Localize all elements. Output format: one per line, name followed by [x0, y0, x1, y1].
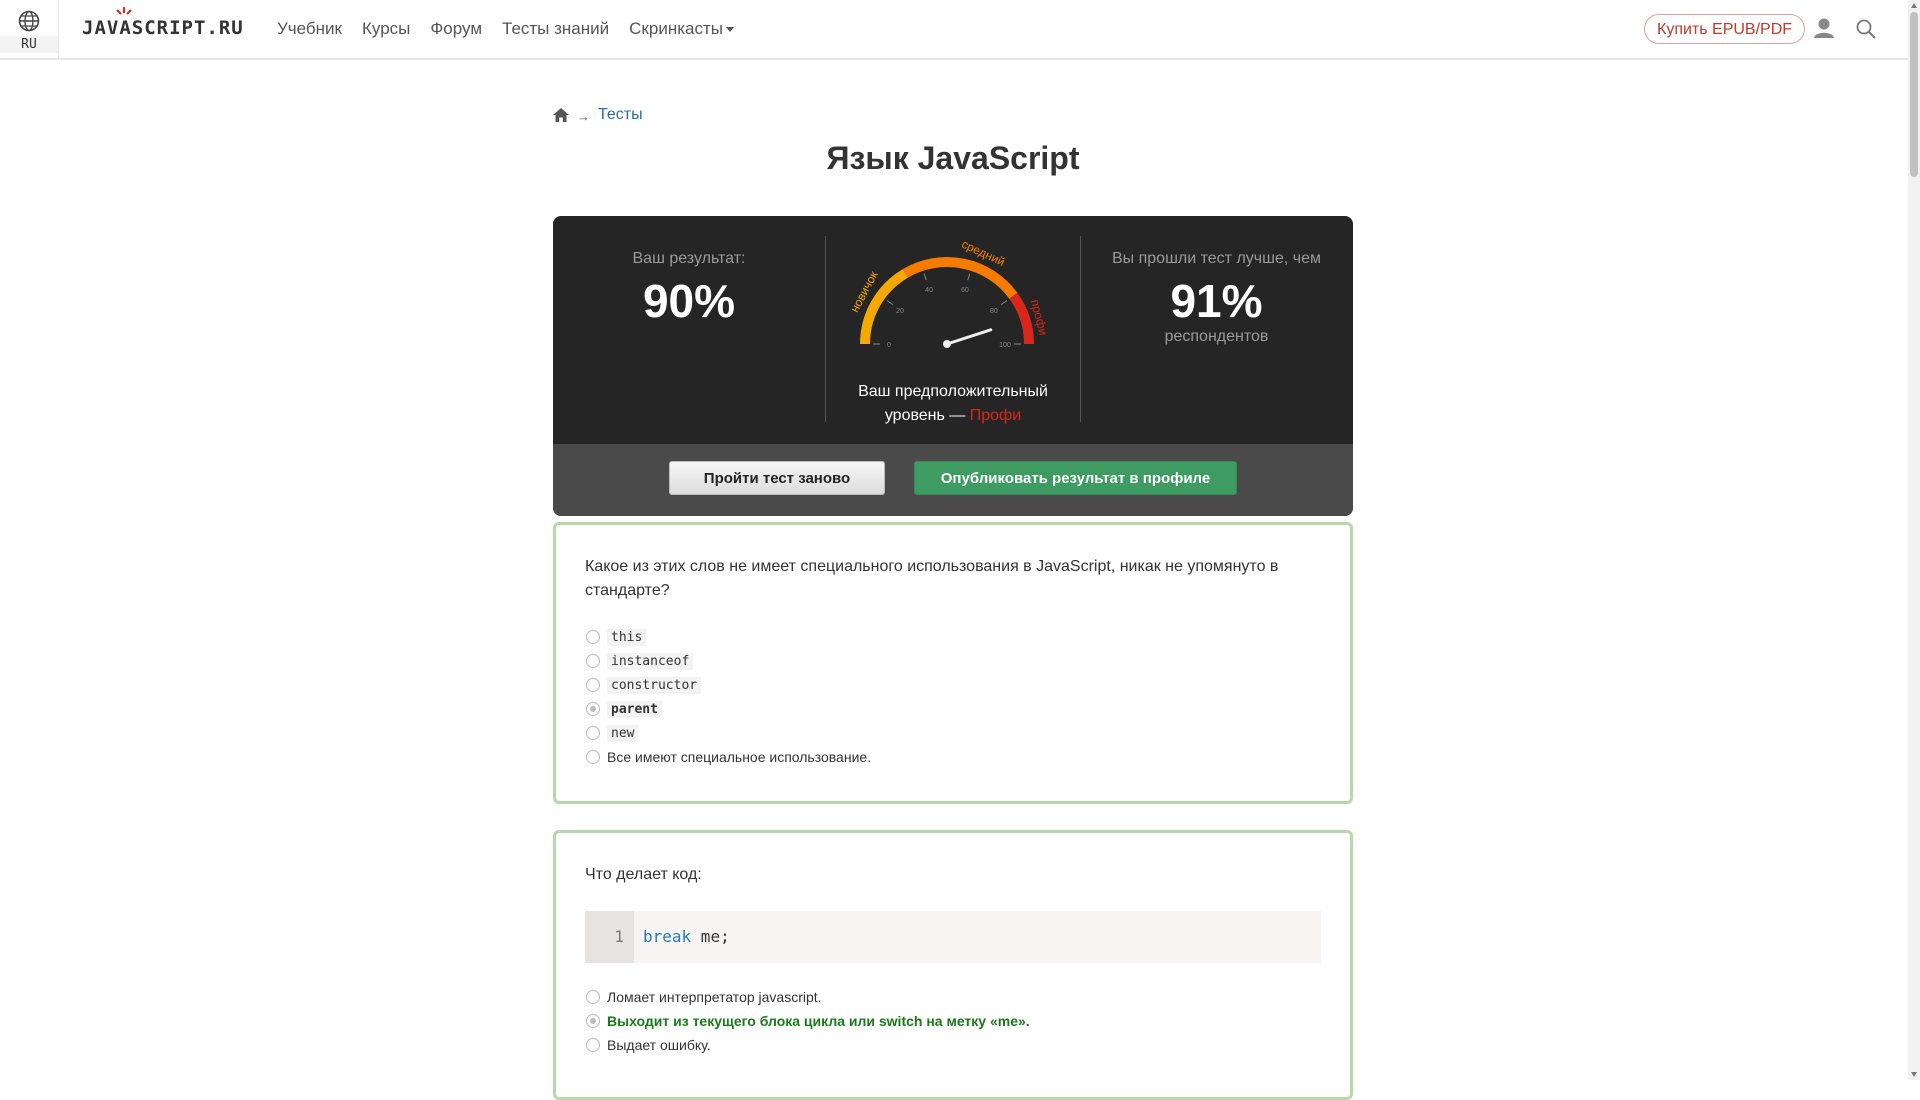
top-bar: RU JAVASCRIPT.RU Учебник Курсы Форум Тес… — [0, 0, 1908, 60]
radio-button[interactable] — [586, 654, 600, 668]
gauge-tick — [1000, 300, 1008, 306]
answer-label: Ломает интерпретатор javascript. — [607, 989, 822, 1005]
answer-label: Выдает ошибку. — [607, 1037, 711, 1053]
radio-button[interactable] — [586, 678, 600, 692]
nav-knowledge-tests[interactable]: Тесты знаний — [502, 19, 609, 39]
gauge-tick-label: 20 — [896, 308, 904, 315]
radio-button-selected[interactable] — [586, 1014, 600, 1028]
retry-test-button[interactable]: Пройти тест заново — [669, 461, 885, 495]
answer-label: parent — [607, 700, 662, 718]
home-icon[interactable] — [553, 108, 569, 122]
breadcrumb: → Тесты — [553, 106, 643, 124]
answer-label: instanceof — [607, 652, 694, 670]
better-than-label: Вы прошли тест лучше, чем — [1112, 250, 1321, 267]
code-source: break me; — [643, 911, 730, 963]
gauge-needle-hub — [943, 340, 951, 348]
code-keyword: break — [643, 927, 692, 946]
scroll-down-icon[interactable] — [1911, 1072, 1917, 1077]
scroll-up-icon[interactable] — [1911, 3, 1917, 8]
your-result-value: 90% — [642, 275, 736, 327]
code-block: 1 break me; — [585, 911, 1321, 963]
answer-option[interactable]: Выходит из текущего блока цикла или swit… — [586, 1009, 1030, 1033]
level-text-line1: Ваш предположительный — [858, 383, 1048, 400]
chevron-down-icon — [725, 27, 734, 33]
breadcrumb-tests-link[interactable]: Тесты — [598, 106, 643, 124]
result-actions: Пройти тест заново Опубликовать результа… — [553, 444, 1353, 516]
answer-label: this — [607, 628, 647, 646]
radio-button[interactable] — [586, 750, 600, 764]
gauge-tick-label: 40 — [925, 287, 933, 294]
answer-options: this instanceof constructor parent new В… — [586, 625, 871, 769]
gauge-tick-label: 80 — [990, 308, 998, 315]
gauge-tick — [923, 273, 927, 281]
site-logo[interactable]: JAVASCRIPT.RU — [82, 7, 244, 39]
respondents-label: респондентов — [1164, 328, 1269, 345]
scrollbar-thumb[interactable] — [1910, 12, 1918, 177]
better-than-value: 91% — [1170, 275, 1263, 327]
globe-icon — [18, 10, 40, 32]
user-icon[interactable] — [1813, 17, 1835, 39]
main-nav: Учебник Курсы Форум Тесты знаний Скринка… — [277, 19, 734, 39]
answer-option[interactable]: Выдает ошибку. — [586, 1033, 1030, 1057]
search-icon[interactable] — [1856, 19, 1876, 39]
answer-option[interactable]: parent — [586, 697, 871, 721]
answer-label: Все имеют специальное использование. — [607, 749, 872, 765]
language-switcher[interactable]: RU — [0, 0, 59, 58]
code-rest: me; — [691, 927, 730, 946]
answer-option[interactable]: instanceof — [586, 649, 871, 673]
question-text: Что делает код: — [585, 866, 702, 883]
level-text: Ваш предположительный уровень — Профи — [826, 380, 1080, 428]
publish-result-button[interactable]: Опубликовать результат в профиле — [914, 461, 1237, 495]
code-line-number: 1 — [585, 911, 634, 963]
gauge-needle — [945, 328, 993, 346]
answer-label-correct: Выходит из текущего блока цикла или swit… — [607, 1013, 1030, 1029]
gauge-tick — [967, 273, 971, 281]
breadcrumb-arrow: → — [577, 109, 590, 124]
radio-button-selected[interactable] — [586, 702, 600, 716]
answer-option[interactable]: Ломает интерпретатор javascript. — [586, 985, 1030, 1009]
nav-screencasts[interactable]: Скринкасты — [629, 19, 734, 39]
radio-button[interactable] — [586, 726, 600, 740]
gauge-arcs — [860, 257, 1034, 345]
nav-screencasts-label: Скринкасты — [629, 19, 723, 38]
answer-label: new — [607, 724, 639, 742]
your-result-label: Ваш результат: — [632, 250, 746, 267]
nav-tutorial[interactable]: Учебник — [277, 19, 342, 39]
answer-label: constructor — [607, 676, 702, 694]
nav-forum[interactable]: Форум — [430, 19, 482, 39]
gauge-tick-label: 0 — [887, 342, 891, 349]
answer-option[interactable]: new — [586, 721, 871, 745]
level-text-line2: уровень — — [884, 407, 970, 424]
answer-options: Ломает интерпретатор javascript. Выходит… — [586, 985, 1030, 1057]
page-scrollbar[interactable] — [1908, 0, 1920, 1080]
your-result-block: Ваш результат: 90% — [553, 236, 825, 422]
language-code: RU — [0, 36, 58, 53]
level-value: Профи — [969, 407, 1022, 424]
gauge-tick — [886, 300, 894, 306]
level-block: 0 20 40 60 80 100 новичок средний профи Ваш п… — [825, 236, 1081, 424]
level-gauge: 02040 6080100 новичок средний профи — [848, 237, 1050, 349]
question-text: Какое из этих слов не имеет специального… — [585, 558, 1279, 599]
question-card-2: Что делает код: 1 break me; Ломает интер… — [553, 830, 1353, 1100]
logo-spark-icon — [116, 7, 132, 15]
comparison-block: Вы прошли тест лучше, чем 91% респондент… — [1080, 236, 1353, 422]
radio-button[interactable] — [586, 990, 600, 1004]
nav-courses[interactable]: Курсы — [362, 19, 410, 39]
answer-option[interactable]: Все имеют специальное использование. — [586, 745, 871, 769]
gauge-tick-label: 60 — [961, 287, 969, 294]
buy-epub-button[interactable]: Купить EPUB/PDF — [1644, 14, 1806, 44]
gauge-tick-label: 100 — [999, 342, 1011, 349]
answer-option[interactable]: this — [586, 625, 871, 649]
gauge-arc-segment — [1009, 292, 1034, 345]
result-panel: Ваш результат: 90% 0 20 40 60 80 100 новичок … — [553, 216, 1353, 516]
radio-button[interactable] — [586, 630, 600, 644]
radio-button[interactable] — [586, 1038, 600, 1052]
logo-text: JAVASCRIPT.RU — [82, 17, 244, 39]
answer-option[interactable]: constructor — [586, 673, 871, 697]
question-card-1: Какое из этих слов не имеет специального… — [553, 522, 1353, 804]
page-title: Язык JavaScript — [826, 140, 1080, 176]
